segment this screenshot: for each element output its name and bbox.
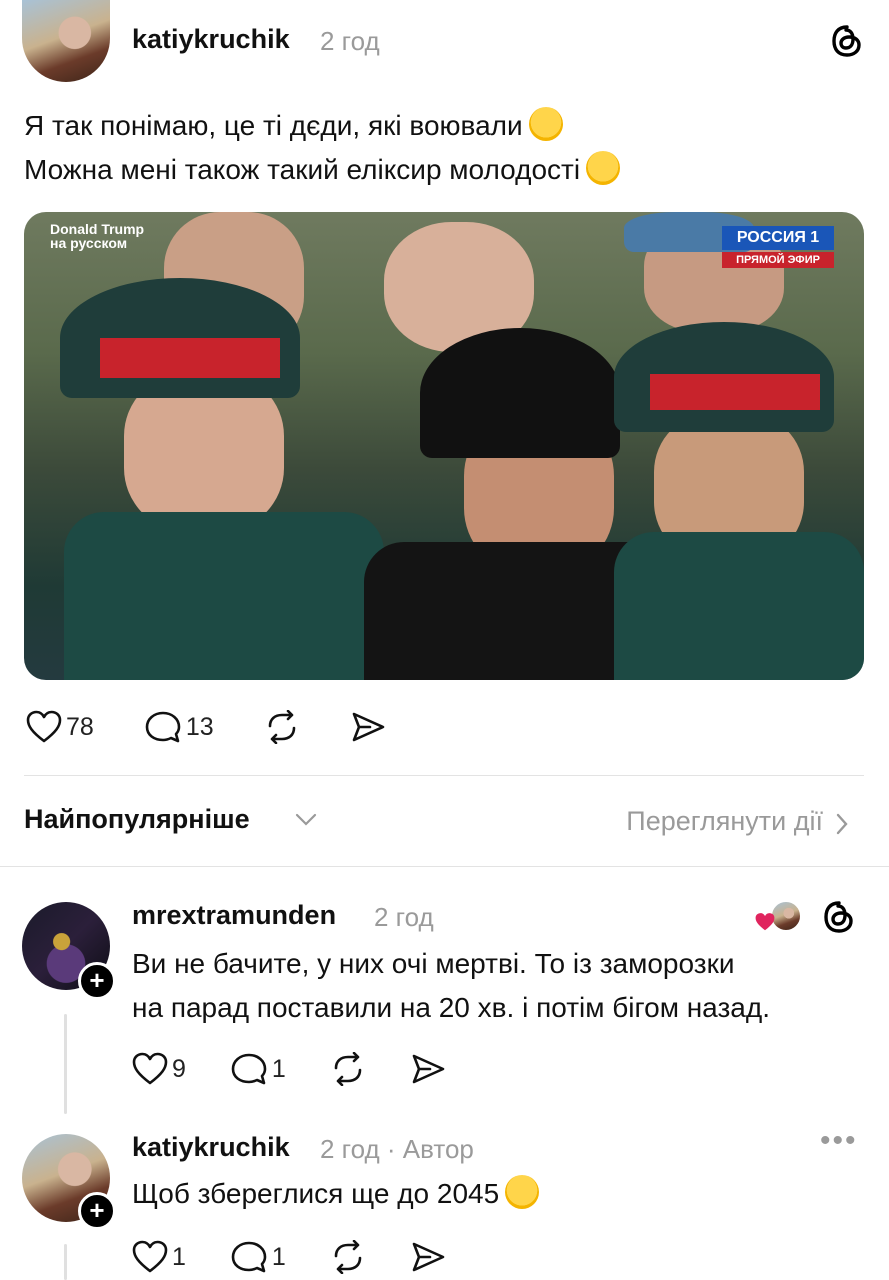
- heart-icon: [755, 913, 775, 931]
- reply-time: 2 год: [374, 902, 434, 932]
- share-button[interactable]: [410, 1052, 446, 1086]
- chevron-right-icon[interactable]: [835, 812, 849, 836]
- reply-text-line1: Щоб збереглися ще до 2045: [132, 1178, 500, 1209]
- view-activity-link[interactable]: Переглянути дії: [626, 806, 823, 837]
- share-icon: [352, 712, 384, 742]
- tv-channel-logo: РОССИЯ 1 ПРЯМОЙ ЭФИР: [722, 226, 834, 276]
- repost-button[interactable]: [330, 1240, 366, 1274]
- post-text-line2: Можна мені також такий еліксир молодості: [24, 154, 581, 185]
- like-count: 78: [66, 712, 94, 741]
- share-icon: [412, 1054, 445, 1084]
- follow-plus-icon[interactable]: +: [78, 962, 116, 1000]
- threads-icon[interactable]: [822, 900, 856, 934]
- author-liked-indicator: [754, 900, 804, 934]
- reply-text-line2: на парад поставили на 20 хв. і потім біг…: [132, 992, 770, 1023]
- repost-button[interactable]: [264, 710, 300, 744]
- like-count: 9: [172, 1054, 186, 1083]
- sort-dropdown[interactable]: Найпопулярніше: [24, 804, 250, 835]
- like-button[interactable]: 1: [132, 1240, 186, 1274]
- divider: [24, 775, 864, 776]
- reply-text: Щоб збереглися ще до 2045: [132, 1172, 540, 1216]
- repost-icon: [334, 1240, 362, 1274]
- comment-icon: [231, 1053, 267, 1085]
- comment-count: 1: [271, 1054, 286, 1083]
- divider: [0, 866, 889, 867]
- comment-button[interactable]: 1: [230, 1052, 286, 1086]
- follow-plus-icon[interactable]: +: [78, 1192, 116, 1230]
- photo-figure: [64, 512, 384, 680]
- repost-button[interactable]: [330, 1052, 366, 1086]
- photo-figure: [650, 374, 820, 410]
- reply-username[interactable]: katiykruchik: [132, 1132, 290, 1163]
- share-button[interactable]: [350, 710, 386, 744]
- reply-text: Ви не бачите, у них очі мертві. То із за…: [132, 942, 770, 1030]
- post-time: 2 год: [320, 26, 380, 56]
- more-icon[interactable]: •••: [820, 1124, 858, 1158]
- comment-icon: [231, 1241, 267, 1273]
- tv-live-label: ПРЯМОЙ ЭФИР: [722, 252, 834, 268]
- comment-count: 1: [271, 1242, 286, 1271]
- photo-figure: [420, 328, 620, 458]
- photo-figure: [100, 338, 280, 378]
- like-button[interactable]: 9: [132, 1052, 186, 1086]
- like-count: 1: [172, 1242, 186, 1271]
- post-actions: 78 13: [26, 710, 436, 744]
- comment-icon: [145, 711, 181, 743]
- thread-connector-line: [64, 1244, 67, 1280]
- chevron-down-icon[interactable]: [294, 812, 318, 828]
- reply-actions: 9 1: [132, 1052, 496, 1086]
- tears-of-joy-icon: [505, 1175, 540, 1209]
- like-button[interactable]: 78: [26, 710, 94, 744]
- heart-icon: [26, 710, 62, 743]
- reply-text-line1: Ви не бачите, у них очі мертві. То із за…: [132, 948, 735, 979]
- comment-count: 13: [185, 712, 214, 741]
- thinking-face-icon: [528, 107, 563, 141]
- tv-channel-name: РОССИЯ 1: [722, 226, 834, 250]
- grinning-sweat-icon: [586, 151, 621, 185]
- post-text: Я так понімаю, це ті дєди, які воювали М…: [24, 104, 621, 192]
- comment-button[interactable]: 1: [230, 1240, 286, 1274]
- post-username[interactable]: katiykruchik: [132, 24, 290, 55]
- post-photo[interactable]: Donald Trump на русском РОССИЯ 1 ПРЯМОЙ …: [24, 212, 864, 680]
- reply-time: 2 год · Автор: [320, 1134, 474, 1164]
- reply-actions: 1 1: [132, 1240, 496, 1274]
- photo-watermark-left: Donald Trump на русском: [50, 221, 145, 251]
- comment-button[interactable]: 13: [144, 710, 214, 744]
- photo-figure: [614, 532, 864, 680]
- reply-username[interactable]: mrextramunden: [132, 900, 336, 931]
- thread-connector-line: [64, 1014, 67, 1114]
- share-button[interactable]: [410, 1240, 446, 1274]
- post-author-avatar[interactable]: [22, 0, 110, 82]
- repost-icon: [268, 710, 295, 744]
- post-text-line1: Я так понімаю, це ті дєди, які воювали: [24, 110, 523, 141]
- heart-icon: [132, 1052, 168, 1085]
- share-icon: [412, 1242, 445, 1272]
- repost-icon: [334, 1052, 362, 1086]
- threads-icon[interactable]: [830, 24, 864, 58]
- heart-icon: [132, 1240, 168, 1273]
